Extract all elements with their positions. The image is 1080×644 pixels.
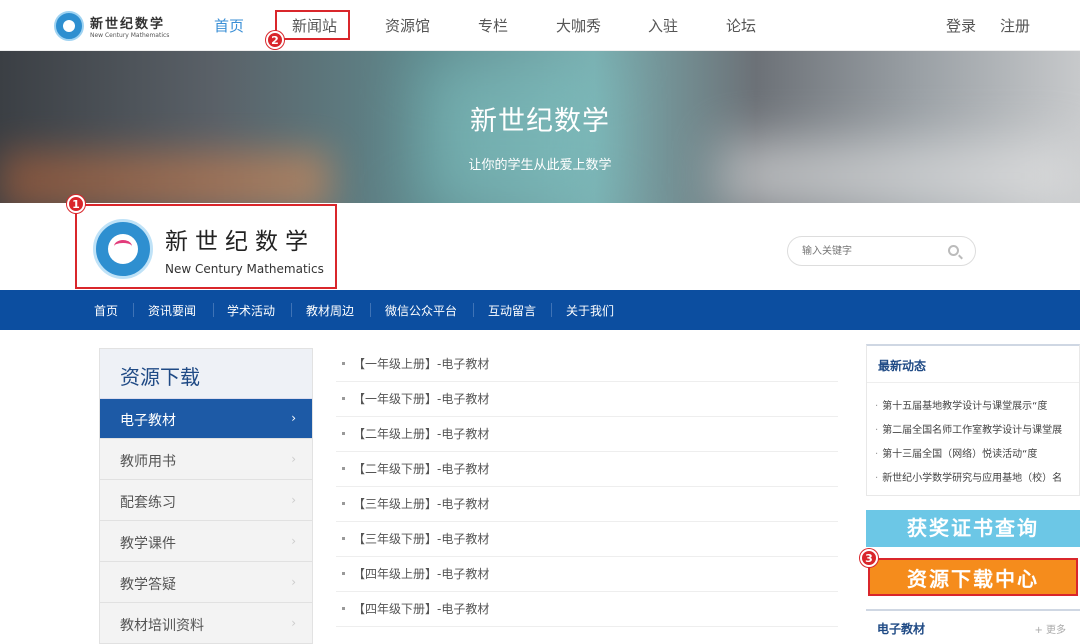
resource-link[interactable]: 【一年级上册】-电子教材 bbox=[353, 355, 489, 372]
resource-sidebar: 资源下载 电子教材 › 教师用书 › 配套练习 › 教学课件 › 教学答疑 › … bbox=[99, 348, 313, 644]
resource-link[interactable]: 【四年级上册】-电子教材 bbox=[353, 565, 489, 582]
sidebar-header: 资源下载 bbox=[100, 349, 312, 399]
news-item[interactable]: 新世纪小学数学研究与应用基地（校）名 bbox=[875, 469, 1079, 484]
login-link[interactable]: 登录 bbox=[946, 15, 976, 36]
sidebar-item-training[interactable]: 教材培训资料 › bbox=[100, 604, 312, 644]
ebook-panel-title: 电子教材 bbox=[877, 622, 926, 636]
menu-home[interactable]: 首页 bbox=[94, 302, 118, 319]
menu-divider bbox=[291, 303, 292, 317]
logo-small-en: New Century Mathematics bbox=[90, 32, 170, 39]
menu-about[interactable]: 关于我们 bbox=[566, 302, 614, 319]
hero-banner: 新世纪数学 让你的学生从此爱上数学 bbox=[0, 51, 1080, 203]
chevron-right-icon: › bbox=[291, 452, 296, 466]
annotation-box-2 bbox=[275, 10, 350, 40]
resource-link[interactable]: 【二年级下册】-电子教材 bbox=[353, 460, 489, 477]
sidebar-title: 资源下载 bbox=[120, 365, 200, 389]
search-input[interactable] bbox=[802, 243, 942, 260]
chevron-right-icon: › bbox=[291, 411, 296, 425]
news-item[interactable]: 第二届全国名师工作室教学设计与课堂展 bbox=[875, 421, 1079, 436]
list-item[interactable]: 【一年级上册】-电子教材 bbox=[336, 347, 838, 382]
chevron-right-icon: › bbox=[291, 534, 296, 548]
logo-small-cn: 新世纪数学 bbox=[90, 17, 166, 32]
menu-divider bbox=[551, 303, 552, 317]
certificate-query-button[interactable]: 获奖证书查询 bbox=[866, 510, 1080, 547]
list-item[interactable]: 【二年级下册】-电子教材 bbox=[336, 452, 838, 487]
sidebar-item-qa[interactable]: 教学答疑 › bbox=[100, 563, 312, 603]
register-link[interactable]: 注册 bbox=[1000, 15, 1030, 36]
sidebar-item-label: 教材培训资料 bbox=[120, 618, 204, 634]
resource-link[interactable]: 【二年级上册】-电子教材 bbox=[353, 425, 489, 442]
news-item[interactable]: 第十三届全国（网络）悦读活动“度 bbox=[875, 445, 1079, 460]
resource-link[interactable]: 【一年级下册】-电子教材 bbox=[353, 390, 489, 407]
menu-messages[interactable]: 互动留言 bbox=[488, 302, 536, 319]
ebook-panel-header: 电子教材 + 更多 bbox=[866, 609, 1080, 644]
nav-experts[interactable]: 大咖秀 bbox=[556, 15, 601, 36]
annotation-badge-2: 2 bbox=[266, 31, 284, 49]
sidebar-item-label: 教师用书 bbox=[120, 454, 176, 470]
sidebar-item-label: 教学课件 bbox=[120, 536, 176, 552]
chevron-right-icon: › bbox=[291, 616, 296, 630]
nav-columns[interactable]: 专栏 bbox=[478, 15, 508, 36]
top-navigation: 新世纪数学 New Century Mathematics 首页 新闻站 资源馆… bbox=[0, 0, 1080, 51]
chevron-right-icon: › bbox=[291, 575, 296, 589]
sidebar-item-courseware[interactable]: 教学课件 › bbox=[100, 522, 312, 562]
search-icon[interactable] bbox=[948, 245, 959, 256]
sidebar-item-label: 配套练习 bbox=[120, 495, 176, 511]
annotation-badge-3: 3 bbox=[860, 549, 878, 567]
resource-link[interactable]: 【三年级下册】-电子教材 bbox=[353, 530, 489, 547]
list-item[interactable]: 【二年级上册】-电子教材 bbox=[336, 417, 838, 452]
divider bbox=[867, 382, 1079, 383]
sidebar-item-label: 教学答疑 bbox=[120, 577, 176, 593]
menu-textbook[interactable]: 教材周边 bbox=[306, 302, 354, 319]
more-link[interactable]: + 更多 bbox=[1034, 621, 1066, 636]
banner-title: 新世纪数学 bbox=[470, 106, 610, 137]
sidebar-item-ebooks[interactable]: 电子教材 › bbox=[100, 399, 312, 439]
menu-divider bbox=[473, 303, 474, 317]
sidebar-item-exercises[interactable]: 配套练习 › bbox=[100, 481, 312, 521]
sidebar-item-teacher-books[interactable]: 教师用书 › bbox=[100, 440, 312, 480]
resource-link[interactable]: 【三年级上册】-电子教材 bbox=[353, 495, 489, 512]
annotation-badge-1: 1 bbox=[67, 195, 85, 213]
resource-link[interactable]: 【四年级下册】-电子教材 bbox=[353, 600, 489, 617]
nav-forum[interactable]: 论坛 bbox=[726, 15, 756, 36]
search-box bbox=[787, 236, 976, 266]
download-center-button[interactable]: 资源下载中心 bbox=[868, 558, 1078, 596]
nav-join[interactable]: 入驻 bbox=[648, 15, 678, 36]
menu-divider bbox=[133, 303, 134, 317]
sidebar-item-label: 电子教材 bbox=[120, 413, 176, 429]
menu-divider bbox=[213, 303, 214, 317]
latest-news-panel: 最新动态 第十五届基地教学设计与课堂展示“度 第二届全国名师工作室教学设计与课堂… bbox=[866, 344, 1080, 496]
list-item[interactable]: 【四年级下册】-电子教材 bbox=[336, 592, 838, 627]
menu-divider bbox=[370, 303, 371, 317]
list-item[interactable]: 【一年级下册】-电子教材 bbox=[336, 382, 838, 417]
menu-news[interactable]: 资讯要闻 bbox=[148, 302, 196, 319]
main-menu: 首页 资讯要闻 学术活动 教材周边 微信公众平台 互动留言 关于我们 bbox=[0, 290, 1080, 330]
chevron-right-icon: › bbox=[291, 493, 296, 507]
nav-home[interactable]: 首页 bbox=[214, 15, 244, 36]
list-item[interactable]: 【四年级上册】-电子教材 bbox=[336, 557, 838, 592]
news-item[interactable]: 第十五届基地教学设计与课堂展示“度 bbox=[875, 397, 1079, 412]
menu-wechat[interactable]: 微信公众平台 bbox=[385, 302, 457, 319]
latest-news-title: 最新动态 bbox=[878, 359, 927, 373]
list-item[interactable]: 【三年级上册】-电子教材 bbox=[336, 487, 838, 522]
nav-resource-hall[interactable]: 资源馆 bbox=[385, 15, 430, 36]
menu-academic[interactable]: 学术活动 bbox=[227, 302, 275, 319]
banner-subtitle: 让你的学生从此爱上数学 bbox=[468, 158, 612, 173]
list-item[interactable]: 【三年级下册】-电子教材 bbox=[336, 522, 838, 557]
site-logo-small[interactable]: 新世纪数学 New Century Mathematics bbox=[54, 10, 174, 42]
annotation-box-1 bbox=[75, 204, 337, 289]
logo-emblem-icon bbox=[54, 11, 84, 41]
